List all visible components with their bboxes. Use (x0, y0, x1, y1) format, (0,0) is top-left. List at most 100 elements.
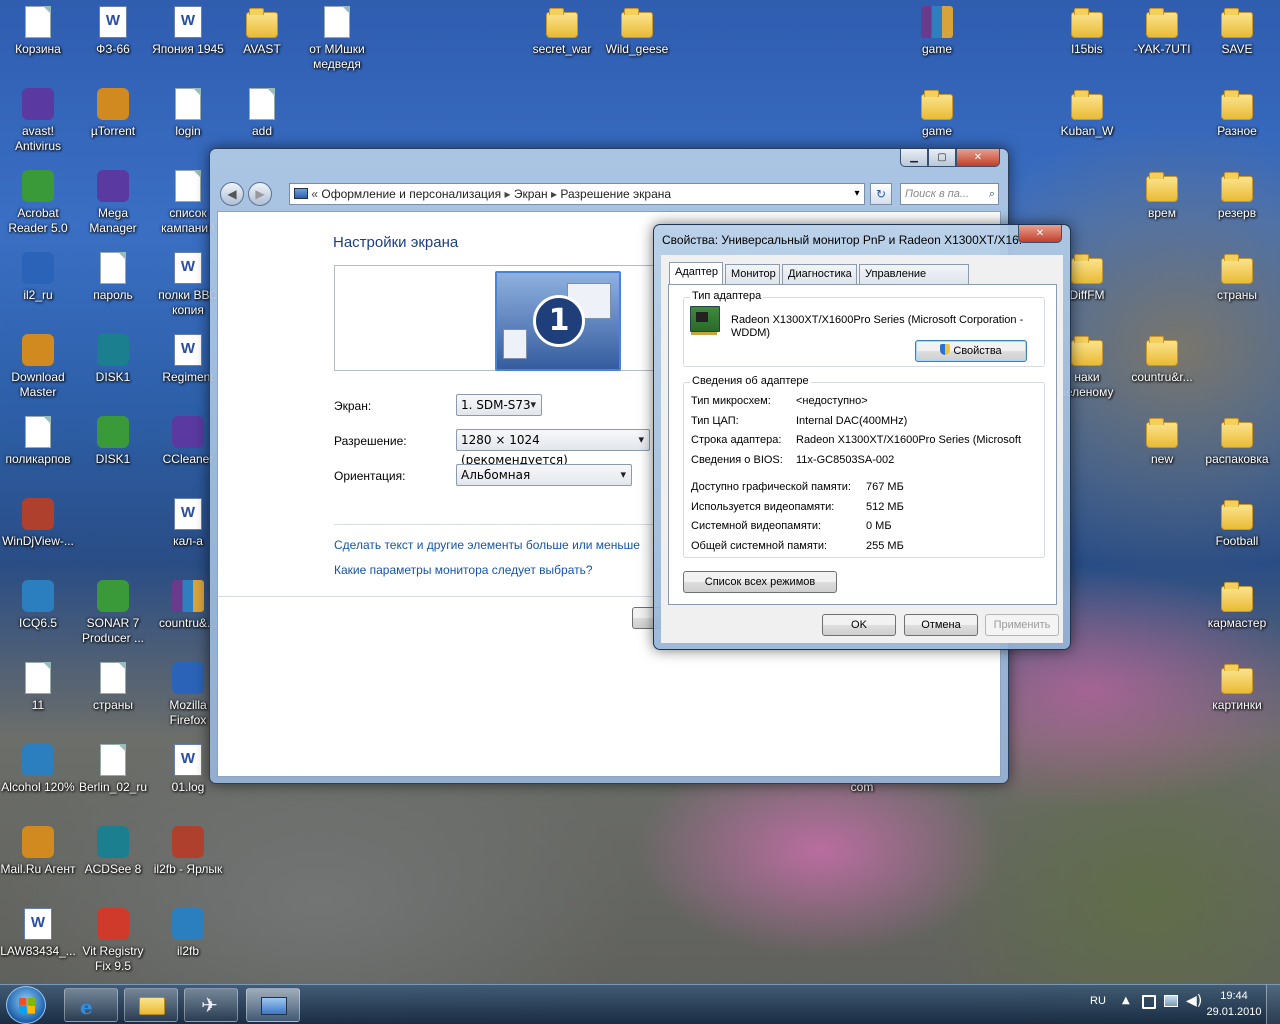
desktop-icon[interactable]: game (899, 6, 975, 57)
taskbar-explorer-button[interactable] (124, 988, 178, 1022)
desktop-icon[interactable]: поликарпов (0, 416, 76, 467)
desktop-icon[interactable]: ICQ6.5 (0, 580, 76, 631)
taskbar-ie-button[interactable]: e (64, 988, 118, 1022)
minimize-button[interactable]: ▁ (900, 149, 928, 167)
desktop-icon[interactable]: Wild_geese (599, 6, 675, 57)
desktop-icon[interactable]: login (150, 88, 226, 139)
desktop-icon[interactable]: Football (1199, 498, 1275, 549)
action-center-icon[interactable] (1142, 995, 1156, 1009)
close-button[interactable]: ✕ (956, 149, 1000, 167)
desktop-icon[interactable]: Vit Registry Fix 9.5 (75, 908, 151, 974)
monitor-1-icon[interactable]: 1 (495, 271, 621, 371)
desktop-icon[interactable]: Berlin_02_ru (75, 744, 151, 795)
show-hidden-icons-icon[interactable]: ▲ (1122, 995, 1130, 1006)
desktop-icon[interactable]: avast! Antivirus (0, 88, 76, 154)
back-button[interactable]: ◀ (220, 182, 244, 206)
desktop-icon[interactable]: WinDjView-... (0, 498, 76, 549)
resolution-select[interactable]: 1280 × 1024 (рекомендуется) (456, 429, 650, 467)
start-button[interactable] (6, 986, 46, 1024)
folder-icon (1221, 172, 1253, 202)
desktop-icon[interactable]: il2fb - Ярлык (150, 826, 226, 877)
show-desktop-button[interactable] (1266, 985, 1280, 1024)
breadcrumb-root[interactable]: Оформление и персонализация (321, 187, 501, 201)
list-all-modes-button[interactable]: Список всех режимов (683, 571, 837, 593)
desktop-icon[interactable]: Mail.Ru Агент (0, 826, 76, 877)
desktop-icon[interactable]: врем (1124, 170, 1200, 221)
text-size-link[interactable]: Сделать текст и другие элементы больше и… (334, 538, 640, 552)
desktop-icon[interactable]: пароль (75, 252, 151, 303)
desktop-icon[interactable]: Корзина (0, 6, 76, 57)
word-document-icon: W (174, 6, 202, 38)
desktop-icon[interactable]: Kuban_W (1049, 88, 1125, 139)
tab-color-management[interactable]: Управление цветом (859, 264, 969, 299)
desktop-icon[interactable]: W ФЗ-66 (75, 6, 151, 57)
tab-adapter[interactable]: Адаптер (669, 262, 723, 285)
desktop-icon[interactable]: DISK1 (75, 416, 151, 467)
dialog-close-button[interactable]: ✕ (1018, 225, 1062, 243)
desktop-icon[interactable]: SONAR 7 Producer ... (75, 580, 151, 646)
desktop-icon[interactable]: countru&r... (1124, 334, 1200, 385)
clock-date[interactable]: 29.01.2010 (1198, 1006, 1270, 1018)
archive-icon (921, 6, 953, 38)
refresh-button[interactable]: ↻ (870, 183, 892, 205)
clock-time[interactable]: 19:44 (1214, 990, 1254, 1002)
desktop-icon[interactable]: new (1124, 416, 1200, 467)
desktop-icon[interactable]: il2fb (150, 908, 226, 959)
desktop-icon[interactable]: W LAW83434_... (0, 908, 76, 959)
application-icon (172, 662, 204, 694)
desktop-icon[interactable]: кармастер (1199, 580, 1275, 631)
desktop-icon[interactable]: add (224, 88, 300, 139)
desktop-icon[interactable]: картинки (1199, 662, 1275, 713)
breadcrumb-mid[interactable]: Экран (514, 187, 548, 201)
desktop-icon[interactable]: Acrobat Reader 5.0 (0, 170, 76, 236)
info-label: Строка адаптера: (691, 434, 782, 446)
monitor-params-link[interactable]: Какие параметры монитора следует выбрать… (334, 563, 593, 577)
desktop-icon[interactable]: -YAK-7UTI (1124, 6, 1200, 57)
info-label: Тип микросхем: (691, 395, 771, 407)
desktop-icon[interactable]: AVAST (224, 6, 300, 57)
desktop-icon[interactable]: страны (75, 662, 151, 713)
document-icon (324, 6, 350, 38)
adapter-properties-button[interactable]: Свойства (915, 340, 1027, 362)
tab-diagnostics[interactable]: Диагностика (782, 264, 857, 284)
desktop-icon[interactable]: Mega Manager (75, 170, 151, 236)
orientation-select[interactable]: Альбомная (456, 464, 632, 486)
forward-button[interactable]: ▶ (248, 182, 272, 206)
desktop-icon[interactable]: страны (1199, 252, 1275, 303)
desktop-icon[interactable]: game (899, 88, 975, 139)
maximize-button[interactable]: ▢ (928, 149, 956, 167)
address-bar[interactable]: « Оформление и персонализация ▸ Экран ▸ … (289, 183, 865, 205)
taskbar-il2-button[interactable]: ✈ (184, 988, 238, 1022)
desktop-icon[interactable]: l15bis (1049, 6, 1125, 57)
breadcrumb-current[interactable]: Разрешение экрана (560, 187, 671, 201)
address-dropdown-icon[interactable]: ▾ (850, 184, 864, 204)
network-icon[interactable] (1164, 995, 1178, 1007)
desktop-icon[interactable]: secret_war (524, 6, 600, 57)
word-document-icon: W (174, 252, 202, 284)
word-document-icon: W (99, 6, 127, 38)
apply-button[interactable]: Применить (985, 614, 1059, 636)
search-input[interactable]: Поиск в па... ⌕ (900, 183, 999, 205)
desktop-icon[interactable]: ACDSee 8 (75, 826, 151, 877)
document-icon (100, 252, 126, 284)
language-indicator[interactable]: RU (1090, 995, 1106, 1007)
desktop-icon[interactable]: Alcohol 120% (0, 744, 76, 795)
desktop-icon[interactable]: W Япония 1945 (150, 6, 226, 57)
desktop-icon[interactable]: µTorrent (75, 88, 151, 139)
taskbar-control-panel-button[interactable] (246, 988, 300, 1022)
cancel-button[interactable]: Отмена (904, 614, 978, 636)
desktop-icon[interactable]: 11 (0, 662, 76, 713)
desktop-icon[interactable]: от МИшки медведя (299, 6, 375, 72)
breadcrumb-separator-icon: ▸ (551, 187, 561, 201)
info-value: 0 МБ (866, 520, 892, 532)
ok-button[interactable]: OK (822, 614, 896, 636)
desktop-icon[interactable]: резерв (1199, 170, 1275, 221)
desktop-icon[interactable]: DISK1 (75, 334, 151, 385)
desktop-icon[interactable]: Download Master (0, 334, 76, 400)
desktop-icon[interactable]: распаковка (1199, 416, 1275, 467)
desktop-icon[interactable]: Разное (1199, 88, 1275, 139)
screen-select[interactable]: 1. SDM-S73 (456, 394, 542, 416)
tab-monitor[interactable]: Монитор (725, 264, 780, 284)
desktop-icon[interactable]: il2_ru (0, 252, 76, 303)
desktop-icon[interactable]: SAVE (1199, 6, 1275, 57)
